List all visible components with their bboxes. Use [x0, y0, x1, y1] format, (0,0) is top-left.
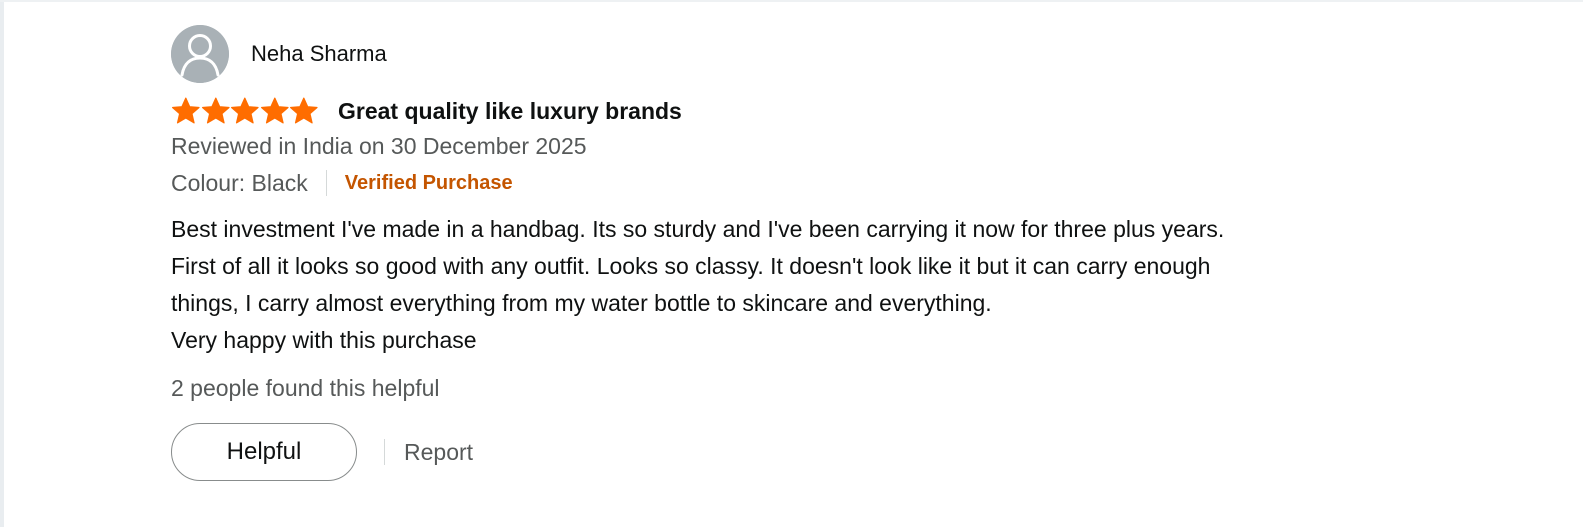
review-body-line: Very happy with this purchase	[171, 327, 477, 353]
review-body-line: things, I carry almost everything from m…	[171, 290, 992, 316]
star-icon	[290, 97, 318, 124]
report-link[interactable]: Report	[404, 438, 473, 466]
review-body-line: First of all it looks so good with any o…	[171, 253, 1211, 279]
reviewer-name: Neha Sharma	[251, 41, 387, 66]
review-card: Neha Sharma Great quality like luxury br…	[171, 25, 1471, 481]
variant-label: Colour: Black	[171, 170, 308, 196]
page-top-rule	[0, 0, 1583, 2]
reviewer-profile: Neha Sharma	[171, 25, 1471, 83]
review-body-line: Best investment I've made in a handbag. …	[171, 216, 1225, 242]
helpful-count: 2 people found this helpful	[171, 375, 440, 401]
avatar	[171, 25, 229, 83]
rating-title-row: Great quality like luxury brands	[171, 94, 1471, 128]
helpful-button[interactable]: Helpful	[171, 423, 357, 481]
review-date: Reviewed in India on 30 December 2025	[171, 133, 587, 159]
metadata-divider	[325, 170, 327, 196]
review-title[interactable]: Great quality like luxury brands	[338, 97, 682, 125]
review-actions: Helpful Report	[171, 423, 1471, 481]
star-rating	[171, 96, 319, 126]
star-icon	[260, 97, 289, 124]
review-body: Best investment I've made in a handbag. …	[171, 211, 1471, 359]
star-icon	[231, 97, 259, 124]
review-metadata: Colour: Black Verified Purchase	[171, 168, 1471, 198]
page-left-rail	[0, 0, 4, 527]
star-icon	[201, 97, 230, 124]
verified-purchase-badge: Verified Purchase	[344, 172, 513, 194]
user-avatar-icon	[171, 25, 229, 83]
star-icon	[171, 97, 200, 124]
actions-divider	[384, 439, 385, 465]
